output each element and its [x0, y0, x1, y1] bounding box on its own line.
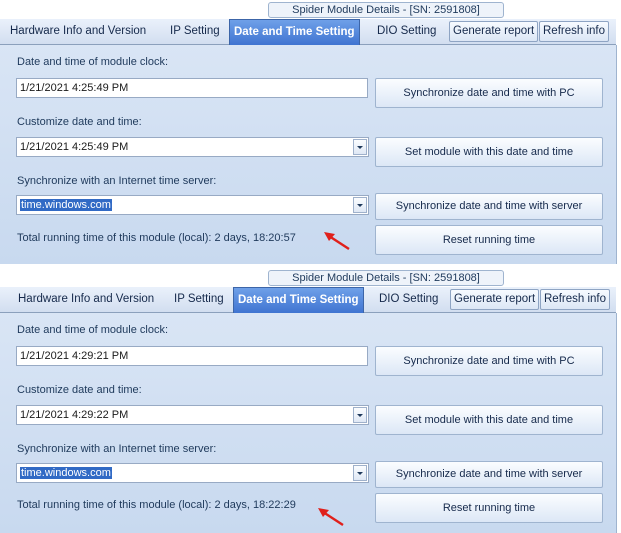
tab-date-time-setting[interactable]: Date and Time Setting: [233, 287, 364, 313]
set-module-time-button[interactable]: Set module with this date and time: [375, 405, 603, 435]
refresh-info-button[interactable]: Refresh info: [539, 21, 610, 42]
module-clock-field[interactable]: 1/21/2021 4:29:21 PM: [16, 346, 368, 366]
red-arrow-annotation: [318, 508, 344, 527]
generate-report-button[interactable]: Generate report: [450, 289, 540, 310]
tab-date-time-setting[interactable]: Date and Time Setting: [229, 19, 360, 45]
sync-with-server-button[interactable]: Synchronize date and time with server: [375, 461, 603, 488]
time-server-combo[interactable]: time.windows.com: [16, 195, 369, 215]
time-server-value: time.windows.com: [20, 199, 112, 211]
tab-strip: Hardware Info and Version IP Setting Dat…: [0, 287, 616, 313]
reset-running-time-button[interactable]: Reset running time: [375, 493, 603, 523]
internet-time-label: Synchronize with an Internet time server…: [17, 175, 217, 187]
dropdown-arrow-icon[interactable]: [353, 139, 367, 155]
time-server-value: time.windows.com: [20, 467, 112, 479]
custom-datetime-value: 1/21/2021 4:29:22 PM: [20, 409, 129, 421]
refresh-info-button[interactable]: Refresh info: [540, 289, 611, 310]
tab-strip: Hardware Info and Version IP Setting Dat…: [0, 19, 616, 45]
title-bar: Spider Module Details - [SN: 2591808]: [0, 0, 621, 19]
customize-label: Customize date and time:: [17, 384, 142, 396]
spider-module-window-after: Spider Module Details - [SN: 2591808] Ha…: [0, 268, 621, 533]
window-title: Spider Module Details - [SN: 2591808]: [268, 270, 504, 286]
dropdown-arrow-icon[interactable]: [353, 465, 367, 481]
dropdown-arrow-icon[interactable]: [353, 407, 367, 423]
tab-hardware-info[interactable]: Hardware Info and Version: [6, 21, 150, 42]
custom-datetime-picker[interactable]: 1/21/2021 4:25:49 PM: [16, 137, 369, 157]
tab-dio-setting[interactable]: DIO Setting: [375, 289, 442, 310]
date-time-panel: Date and time of module clock: 1/21/2021…: [0, 313, 617, 533]
tab-hardware-info[interactable]: Hardware Info and Version: [14, 289, 158, 310]
custom-datetime-picker[interactable]: 1/21/2021 4:29:22 PM: [16, 405, 369, 425]
running-time-text: Total running time of this module (local…: [17, 232, 296, 244]
tab-ip-setting[interactable]: IP Setting: [166, 21, 224, 42]
window-title: Spider Module Details - [SN: 2591808]: [268, 2, 504, 18]
customize-label: Customize date and time:: [17, 116, 142, 128]
module-clock-field[interactable]: 1/21/2021 4:25:49 PM: [16, 78, 368, 98]
module-clock-label: Date and time of module clock:: [17, 56, 169, 68]
date-time-panel: Date and time of module clock: 1/21/2021…: [0, 45, 617, 264]
custom-datetime-value: 1/21/2021 4:25:49 PM: [20, 141, 129, 153]
set-module-time-button[interactable]: Set module with this date and time: [375, 137, 603, 167]
module-clock-label: Date and time of module clock:: [17, 324, 169, 336]
red-arrow-annotation: [324, 232, 350, 251]
sync-with-server-button[interactable]: Synchronize date and time with server: [375, 193, 603, 220]
dropdown-arrow-icon[interactable]: [353, 197, 367, 213]
reset-running-time-button[interactable]: Reset running time: [375, 225, 603, 255]
spider-module-window-before: Spider Module Details - [SN: 2591808] Ha…: [0, 0, 621, 268]
running-time-text: Total running time of this module (local…: [17, 499, 296, 511]
time-server-combo[interactable]: time.windows.com: [16, 463, 369, 483]
generate-report-button[interactable]: Generate report: [449, 21, 539, 42]
sync-with-pc-button[interactable]: Synchronize date and time with PC: [375, 346, 603, 376]
title-bar: Spider Module Details - [SN: 2591808]: [0, 268, 621, 287]
tab-ip-setting[interactable]: IP Setting: [170, 289, 228, 310]
sync-with-pc-button[interactable]: Synchronize date and time with PC: [375, 78, 603, 108]
internet-time-label: Synchronize with an Internet time server…: [17, 443, 217, 455]
tab-dio-setting[interactable]: DIO Setting: [373, 21, 440, 42]
